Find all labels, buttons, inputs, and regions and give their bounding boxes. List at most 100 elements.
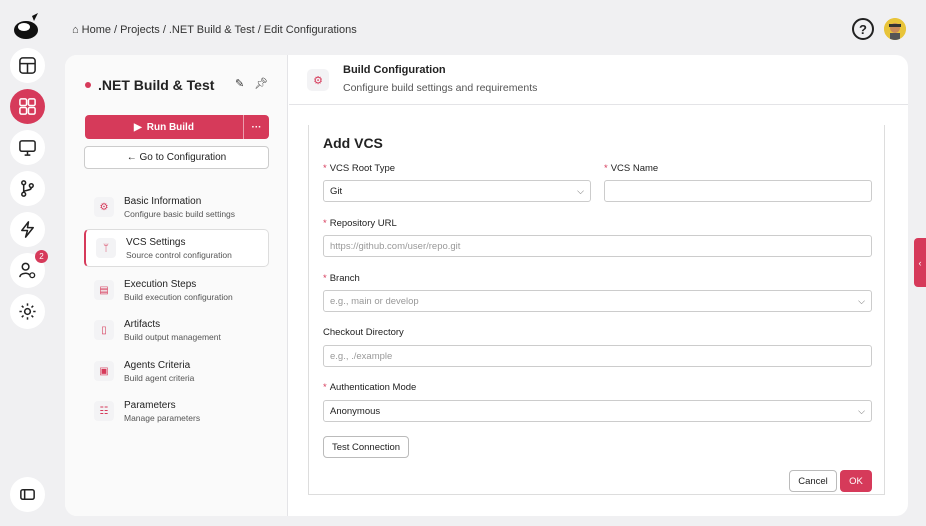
- notification-badge: 2: [35, 250, 48, 263]
- breadcrumb-projects[interactable]: Projects: [120, 24, 160, 36]
- checkout-directory-placeholder: e.g., ./example: [330, 350, 393, 362]
- sidebar-item-artifacts[interactable]: ▯ Artifacts Build output management: [84, 311, 269, 349]
- sidebar-toggle-icon[interactable]: [10, 477, 45, 512]
- play-icon: ▶: [134, 121, 142, 133]
- vcs-name-input[interactable]: [604, 180, 872, 202]
- run-build-main[interactable]: ▶ Run Build: [85, 115, 243, 139]
- vcs-root-type-label: * VCS Root Type: [323, 163, 395, 174]
- settings-icon[interactable]: [10, 294, 45, 329]
- repository-url-label-text: Repository URL: [329, 218, 397, 229]
- chevron-left-icon: ‹: [918, 257, 922, 268]
- main-card: .NET Build & Test ✎ 📌︎ ▶ Run Build ··· ←…: [65, 55, 908, 516]
- run-build-label: Run Build: [146, 121, 194, 133]
- repository-url-input[interactable]: https://github.com/user/repo.git: [323, 235, 872, 257]
- sidebar-item-basic-information[interactable]: ⚙ Basic Information Configure basic build…: [84, 188, 269, 226]
- auth-mode-value: Anonymous: [330, 405, 381, 417]
- gear-icon: ⚙: [307, 69, 329, 91]
- checkout-directory-input[interactable]: e.g., ./example: [323, 345, 872, 367]
- required-mark: *: [323, 382, 327, 393]
- branch-label-text: Branch: [329, 273, 360, 284]
- edit-icon[interactable]: ✎: [235, 77, 244, 90]
- user-settings-icon[interactable]: 2: [10, 250, 48, 288]
- auth-mode-label: * Authentication Mode: [323, 382, 416, 393]
- run-build-button: ▶ Run Build ···: [85, 115, 269, 139]
- nav-title: Artifacts: [124, 318, 161, 330]
- help-icon[interactable]: ?: [852, 18, 874, 40]
- sidebar-item-parameters[interactable]: ☷ Parameters Manage parameters: [84, 392, 269, 430]
- vcs-name-label: * VCS Name: [604, 163, 658, 174]
- steps-icon: ▤: [94, 280, 114, 300]
- branch-label: * Branch: [323, 273, 360, 284]
- pin-icon[interactable]: 📌︎: [254, 77, 268, 90]
- branch-select[interactable]: e.g., main or develop ⌵: [323, 290, 872, 312]
- chevron-down-icon: ⌵: [577, 185, 584, 196]
- sidebar-item-vcs-settings[interactable]: ᛘ VCS Settings Source control configurati…: [84, 229, 269, 267]
- breadcrumb-separator: /: [114, 24, 118, 36]
- nav-subtitle: Configure basic build settings: [124, 208, 236, 219]
- section-title: Build Configuration: [343, 64, 446, 76]
- branch-icon[interactable]: [10, 171, 45, 206]
- sliders-icon: ☷: [94, 401, 114, 421]
- branch-icon: ᛘ: [96, 238, 116, 258]
- sidebar-item-agents-criteria[interactable]: ▣ Agents Criteria Build agent criteria: [84, 352, 269, 390]
- branch-placeholder: e.g., main or develop: [330, 295, 419, 307]
- config-sidebar: .NET Build & Test ✎ 📌︎ ▶ Run Build ··· ←…: [65, 55, 288, 516]
- chevron-down-icon: ⌵: [858, 405, 865, 416]
- top-actions: ?: [852, 18, 906, 40]
- home-icon[interactable]: ⌂: [72, 24, 79, 36]
- test-connection-button[interactable]: Test Connection: [323, 436, 409, 458]
- ok-button[interactable]: OK: [840, 470, 872, 492]
- icon-rail: 2: [0, 0, 54, 526]
- vcs-root-type-label-text: VCS Root Type: [329, 163, 396, 174]
- nav-title: Execution Steps: [124, 278, 197, 290]
- projects-icon[interactable]: [10, 89, 45, 124]
- monitor-icon[interactable]: [10, 130, 45, 165]
- logo-icon[interactable]: [12, 12, 42, 42]
- sidebar-item-execution-steps[interactable]: ▤ Execution Steps Build execution configu…: [84, 271, 269, 309]
- agent-icon: ▣: [94, 361, 114, 381]
- avatar[interactable]: [884, 18, 906, 40]
- nav-subtitle: Build agent criteria: [124, 372, 195, 383]
- required-mark: *: [604, 163, 608, 174]
- project-title: .NET Build & Test: [85, 77, 214, 93]
- breadcrumb-home[interactable]: Home: [82, 24, 111, 36]
- nav-title: VCS Settings: [126, 236, 186, 248]
- nav-title: Parameters: [124, 399, 176, 411]
- run-more-button[interactable]: ···: [243, 115, 269, 139]
- nav-subtitle: Build execution configuration: [124, 291, 233, 302]
- gear-icon: ⚙: [94, 197, 114, 217]
- vcs-root-type-select[interactable]: Git ⌵: [323, 180, 591, 202]
- chevron-down-icon: ⌵: [858, 295, 865, 306]
- breadcrumb: ⌂ Home / Projects / .NET Build & Test / …: [72, 24, 357, 36]
- lightning-icon[interactable]: [10, 212, 45, 247]
- collapse-panel-tab[interactable]: ‹: [914, 238, 926, 287]
- breadcrumb-separator: /: [257, 24, 261, 36]
- nav-title: Agents Criteria: [124, 359, 191, 371]
- nav-subtitle: Manage parameters: [124, 412, 201, 423]
- breadcrumb-project[interactable]: .NET Build & Test: [169, 24, 255, 36]
- add-vcs-form: Add VCS * VCS Root Type Git ⌵ * VCS Name * R…: [308, 125, 885, 495]
- nav-title: Basic Information: [124, 195, 202, 207]
- section-header: ⚙ Build Configuration Configure build se…: [289, 55, 908, 105]
- required-mark: *: [323, 273, 327, 284]
- required-mark: *: [323, 163, 327, 174]
- nav-subtitle: Build output management: [124, 331, 221, 342]
- required-mark: *: [323, 218, 327, 229]
- repository-url-placeholder: https://github.com/user/repo.git: [330, 240, 461, 252]
- dashboard-icon[interactable]: [10, 48, 45, 83]
- file-icon: ▯: [94, 320, 114, 340]
- nav-subtitle: Source control configuration: [126, 249, 232, 260]
- status-dot: [85, 82, 91, 88]
- section-subtitle: Configure build settings and requirement…: [343, 82, 538, 94]
- breadcrumb-separator: /: [162, 24, 166, 36]
- goto-configuration-button[interactable]: ← Go to Configuration: [84, 146, 269, 169]
- cancel-button[interactable]: Cancel: [789, 470, 837, 492]
- vcs-name-label-text: VCS Name: [610, 163, 659, 174]
- auth-mode-select[interactable]: Anonymous ⌵: [323, 400, 872, 422]
- repository-url-label: * Repository URL: [323, 218, 397, 229]
- form-title: Add VCS: [323, 135, 383, 151]
- breadcrumb-current: Edit Configurations: [263, 24, 357, 36]
- vcs-root-type-value: Git: [330, 185, 343, 197]
- checkout-directory-label: Checkout Directory: [323, 327, 404, 338]
- title-actions: ✎ 📌︎: [235, 77, 268, 90]
